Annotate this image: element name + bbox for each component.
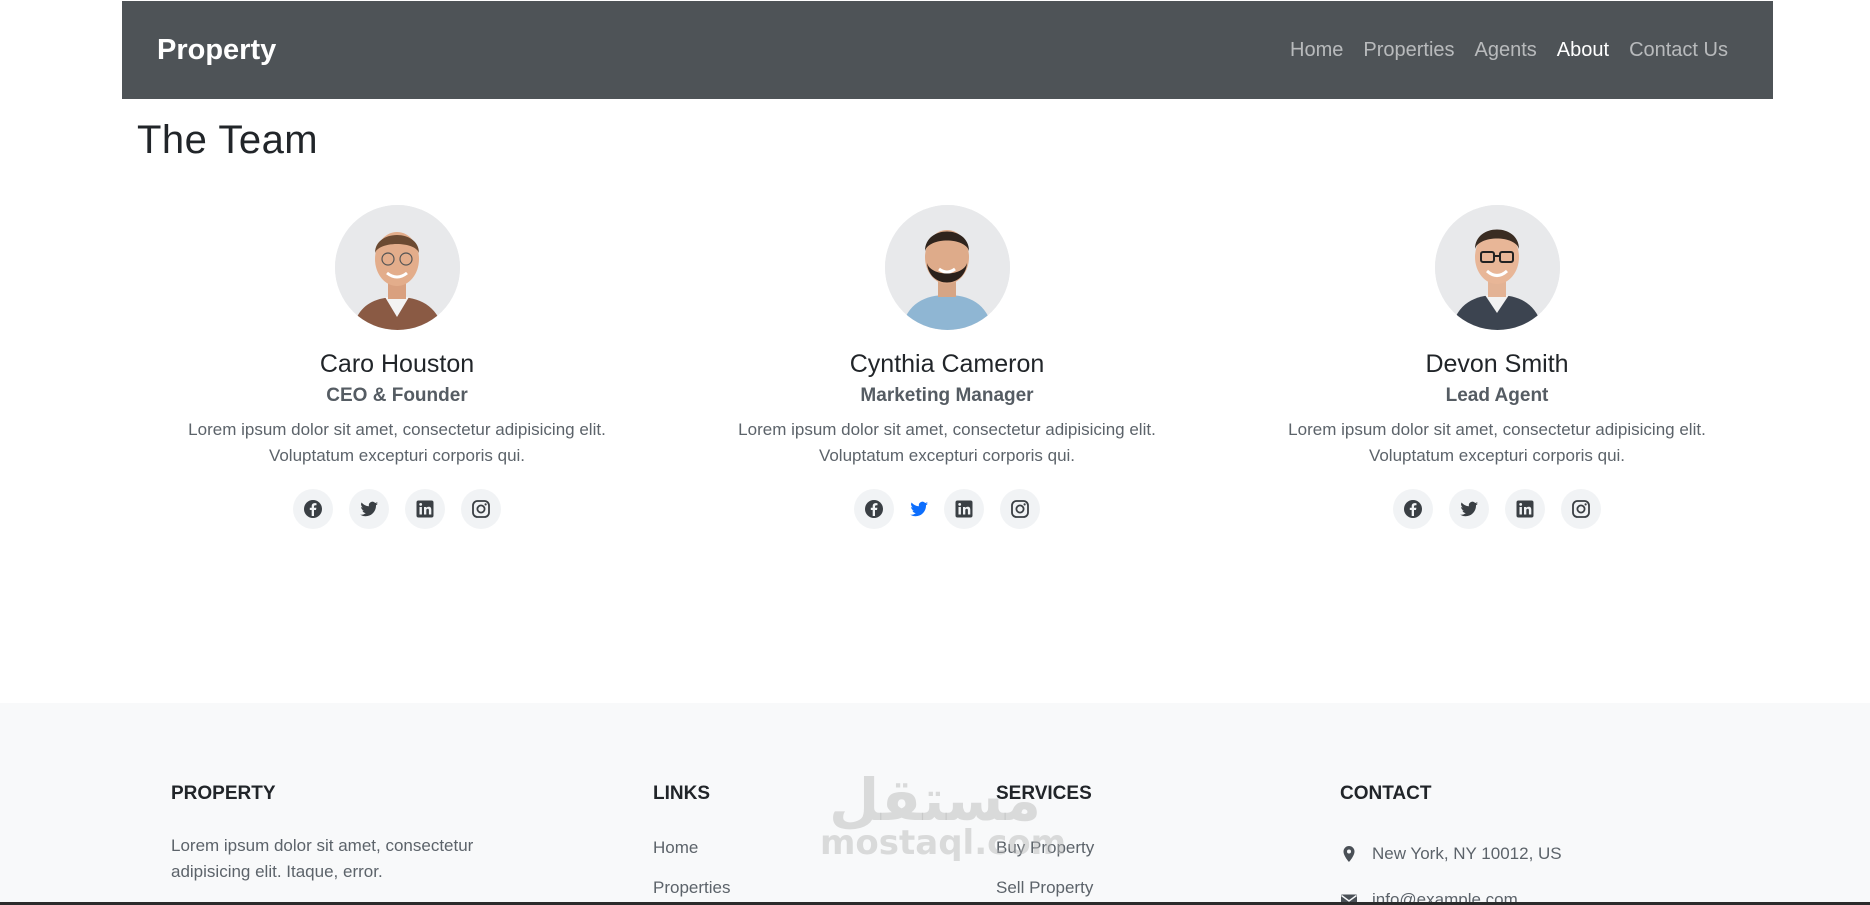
footer-property-text: Lorem ipsum dolor sit amet, consectetur …	[171, 836, 474, 881]
contact-address-row: New York, NY 10012, US	[1340, 831, 1562, 877]
nav-link-agents[interactable]: Agents	[1465, 39, 1547, 62]
nav-link-contact[interactable]: Contact Us	[1619, 39, 1738, 62]
footer-link-properties[interactable]: Properties	[653, 873, 730, 905]
footer-contact-title: CONTACT	[1340, 783, 1432, 804]
footer-link-home[interactable]: Home	[653, 833, 730, 873]
footer: PROPERTY Lorem ipsum dolor sit amet, con…	[0, 703, 1870, 905]
footer-services-title: SERVICES	[996, 783, 1092, 804]
footer-services-column: SERVICES Buy Property Sell Property	[996, 783, 1094, 905]
footer-service-buy[interactable]: Buy Property	[996, 833, 1094, 873]
twitter-icon[interactable]	[1449, 489, 1489, 529]
linkedin-icon[interactable]	[405, 489, 445, 529]
footer-contact-list: New York, NY 10012, US info@example.com	[1340, 831, 1562, 905]
facebook-icon[interactable]	[1393, 489, 1433, 529]
avatar	[884, 205, 1010, 330]
map-pin-icon	[1343, 846, 1355, 862]
instagram-icon[interactable]	[461, 489, 501, 529]
twitter-icon[interactable]	[349, 489, 389, 529]
social-links	[854, 489, 1040, 529]
team-section: Caro Houston CEO & Founder Lorem ipsum d…	[122, 205, 1773, 529]
footer-property-title: PROPERTY	[171, 783, 276, 804]
team-member-card: Cynthia Cameron Marketing Manager Lorem …	[672, 205, 1222, 529]
brand-logo[interactable]: Property	[157, 34, 276, 67]
team-member-card: Caro Houston CEO & Founder Lorem ipsum d…	[122, 205, 672, 529]
linkedin-icon[interactable]	[944, 489, 984, 529]
member-role: Lead Agent	[1445, 385, 1549, 406]
nav-links: Home Properties Agents About Contact Us	[1280, 39, 1738, 62]
contact-address: New York, NY 10012, US	[1372, 844, 1562, 863]
nav-link-home[interactable]: Home	[1280, 39, 1353, 62]
facebook-icon[interactable]	[293, 489, 333, 529]
contact-email-row: info@example.com	[1340, 877, 1562, 905]
footer-links-list: Home Properties	[653, 833, 730, 905]
footer-links-title: LINKS	[653, 783, 710, 804]
instagram-icon[interactable]	[1000, 489, 1040, 529]
linkedin-icon[interactable]	[1505, 489, 1545, 529]
footer-services-list: Buy Property Sell Property	[996, 833, 1094, 905]
social-links	[1393, 489, 1601, 529]
page-title: The Team	[137, 118, 319, 162]
top-navbar: Property Home Properties Agents About Co…	[122, 1, 1773, 99]
nav-link-properties[interactable]: Properties	[1353, 39, 1464, 62]
team-member-card: Devon Smith Lead Agent Lorem ipsum dolor…	[1222, 205, 1772, 529]
member-bio: Lorem ipsum dolor sit amet, consectetur …	[738, 420, 1156, 465]
member-name: Cynthia Cameron	[849, 350, 1045, 378]
member-bio: Lorem ipsum dolor sit amet, consectetur …	[188, 420, 606, 465]
footer-contact-column: CONTACT New York, NY 10012, US info@exam…	[1340, 783, 1562, 905]
footer-links-column: LINKS Home Properties	[653, 783, 730, 905]
member-bio: Lorem ipsum dolor sit amet, consectetur …	[1288, 420, 1706, 465]
facebook-icon[interactable]	[854, 489, 894, 529]
avatar	[1434, 205, 1560, 330]
footer-service-sell[interactable]: Sell Property	[996, 873, 1094, 905]
social-links	[293, 489, 501, 529]
member-role: Marketing Manager	[860, 385, 1034, 406]
member-role: CEO & Founder	[326, 385, 468, 406]
member-name: Devon Smith	[1425, 350, 1569, 378]
footer-property-column: PROPERTY Lorem ipsum dolor sit amet, con…	[171, 783, 511, 885]
nav-link-about[interactable]: About	[1547, 39, 1619, 62]
avatar	[334, 205, 460, 330]
member-name: Caro Houston	[319, 350, 475, 378]
twitter-icon[interactable]	[906, 489, 932, 529]
instagram-icon[interactable]	[1561, 489, 1601, 529]
